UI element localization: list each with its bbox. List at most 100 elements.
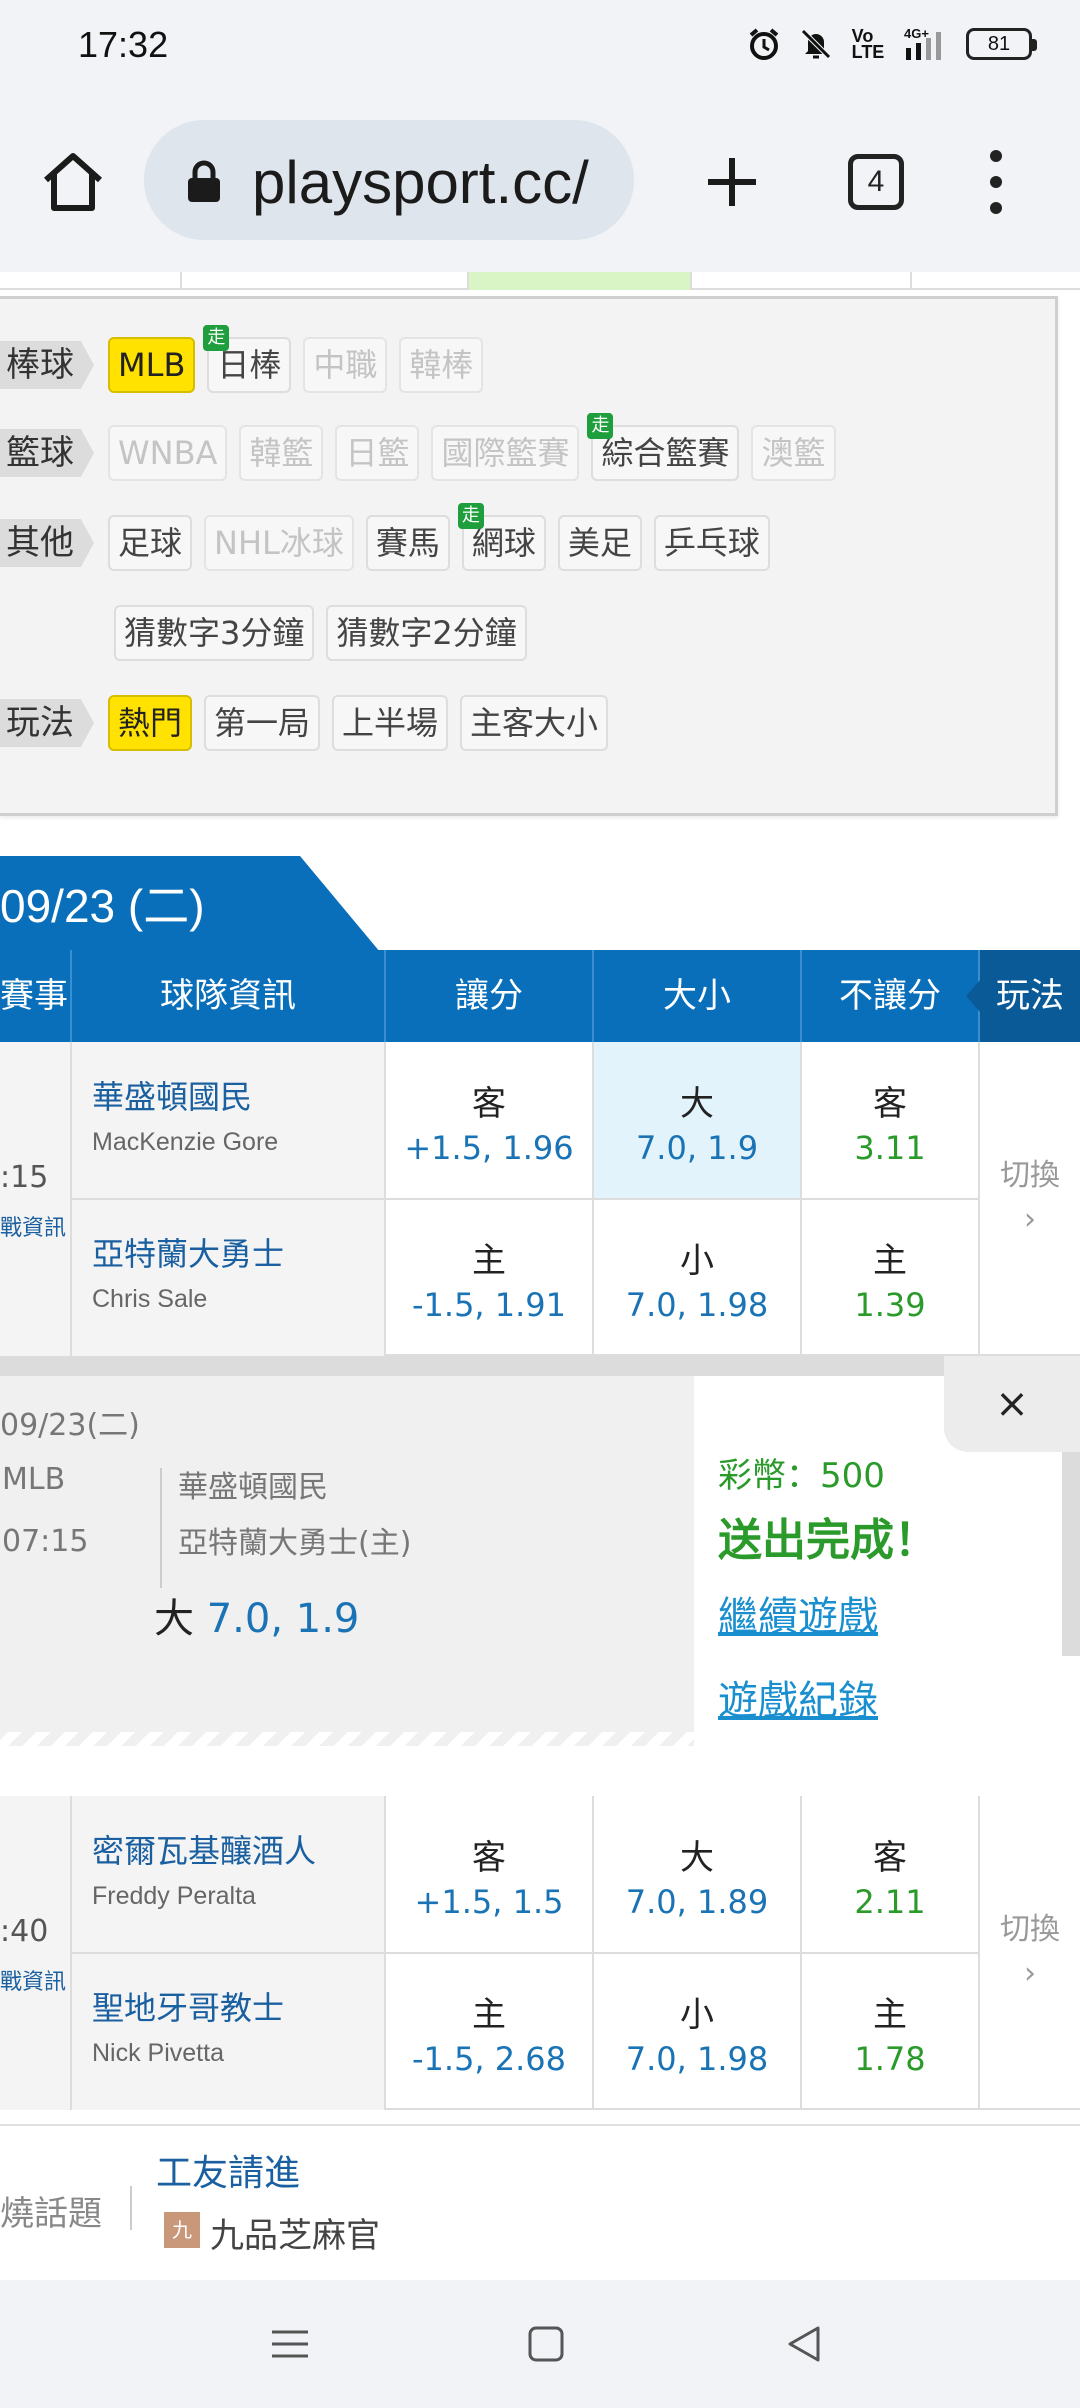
odds-total-under[interactable]: 小 7.0, 1.98 — [594, 1199, 802, 1356]
odds-total-under[interactable]: 小 7.0, 1.98 — [594, 1953, 802, 2110]
forum-title[interactable]: 工友請進 — [156, 2144, 300, 2196]
chip-kbo[interactable]: 韓棒 — [399, 337, 484, 393]
game-info-link[interactable]: 戰資訊 — [0, 1964, 66, 1996]
bet-ticket-popup: 09/23(二) MLB 07:15 華盛頓國民 亞特蘭大勇士(主) 大 7.0… — [0, 1356, 1080, 1766]
game-row: :15 戰資訊 華盛頓國民 MacKenzie Gore 亞特蘭大勇士 Chri… — [0, 1042, 1080, 1356]
team-name[interactable]: 密爾瓦基釀酒人 — [92, 1826, 384, 1872]
chip-mixed-basketball[interactable]: 走綜合籃賽 — [587, 413, 740, 481]
team-name[interactable]: 聖地牙哥教士 — [92, 1983, 384, 2029]
team-away: 密爾瓦基釀酒人 Freddy Peralta — [72, 1796, 386, 1953]
chip-popular[interactable]: 熱門 — [108, 695, 193, 751]
new-tab-icon[interactable] — [700, 150, 764, 214]
ticket-league: MLB — [2, 1462, 66, 1497]
filter-row-baseball: 棒球 MLB 走日棒 中職 韓棒 — [0, 325, 495, 393]
team-home: 亞特蘭大勇士 Chris Sale — [72, 1199, 386, 1356]
tab-switcher-button[interactable]: 4 — [848, 154, 904, 210]
home-icon[interactable] — [38, 148, 108, 218]
address-bar[interactable]: playsport.cc/ — [144, 120, 634, 240]
ticket-date: 09/23(二) — [0, 1408, 140, 1443]
chip-npb[interactable]: 走日棒 — [203, 325, 292, 393]
recents-icon[interactable] — [268, 2322, 312, 2366]
home-nav-icon[interactable] — [524, 2322, 568, 2366]
chip-jbl[interactable]: 日籃 — [335, 425, 420, 481]
ticket-time: 07:15 — [2, 1524, 89, 1559]
network-type-label: 4G+ — [904, 26, 929, 41]
chip-guess-3min[interactable]: 猜數字3分鐘 — [114, 605, 315, 661]
chip-first-inning[interactable]: 第一局 — [204, 695, 321, 751]
web-page: 棒球 MLB 走日棒 中職 韓棒 籃球 WNBA 韓籃 日籃 國際籃賽 走綜合籃… — [0, 272, 1080, 2280]
odds-ml-home[interactable]: 主 1.39 — [802, 1199, 980, 1356]
game-record-link[interactable]: 遊戲紀錄 — [718, 1668, 878, 1726]
chip-home-away-total[interactable]: 主客大小 — [460, 695, 609, 751]
chip-intl-basketball[interactable]: 國際籃賽 — [431, 425, 580, 481]
switch-play-button[interactable]: 切換 › — [980, 1042, 1080, 1356]
hot-topic-label[interactable]: 燒話題 — [0, 2186, 102, 2235]
odds-spread-home[interactable]: 主 -1.5, 2.68 — [386, 1953, 594, 2110]
filter-head-baseball: 棒球 — [0, 341, 94, 389]
coins-label: 彩幣：500 — [718, 1456, 885, 1496]
author-name[interactable]: 九品芝麻官 — [210, 2208, 380, 2257]
game-time: :40 — [0, 1914, 49, 1949]
continue-game-link[interactable]: 繼續遊戲 — [718, 1584, 878, 1642]
game-row: :40 戰資訊 密爾瓦基釀酒人 Freddy Peralta 聖地牙哥教士 Ni… — [0, 1796, 1080, 2110]
chip-first-half[interactable]: 上半場 — [332, 695, 449, 751]
filter-row-other: 其他 足球 NHL冰球 賽馬 走網球 美足 乒乓球 — [0, 503, 782, 571]
col-event: 賽事 — [0, 950, 72, 1042]
live-badge: 走 — [587, 413, 614, 439]
chip-soccer[interactable]: 足球 — [108, 515, 193, 571]
pitcher-name: Nick Pivetta — [92, 2039, 224, 2067]
back-icon[interactable] — [782, 2322, 826, 2366]
pitcher-name: Freddy Peralta — [92, 1882, 256, 1910]
more-menu-icon[interactable] — [984, 150, 1008, 214]
chip-mlb[interactable]: MLB — [108, 337, 196, 393]
odds-spread-home[interactable]: 主 -1.5, 1.91 — [386, 1199, 594, 1356]
filter-head-play: 玩法 — [0, 699, 94, 747]
odds-ml-away[interactable]: 客 2.11 — [802, 1796, 980, 1953]
game-info-link[interactable]: 戰資訊 — [0, 1210, 66, 1242]
team-away: 華盛頓國民 MacKenzie Gore — [72, 1042, 386, 1199]
odds-spread-away[interactable]: 客 +1.5, 1.5 — [386, 1796, 594, 1953]
chip-guess-2min[interactable]: 猜數字2分鐘 — [326, 605, 527, 661]
odds-ml-home[interactable]: 主 1.78 — [802, 1953, 980, 2110]
signal-4g-icon: 4G+ — [902, 26, 950, 62]
odds-ml-away[interactable]: 客 3.11 — [802, 1042, 980, 1199]
live-badge: 走 — [203, 325, 230, 351]
chip-nfl[interactable]: 美足 — [557, 515, 642, 571]
col-moneyline: 不讓分 — [802, 950, 980, 1042]
chip-table-tennis[interactable]: 乒乓球 — [653, 515, 770, 571]
mute-icon — [798, 26, 834, 62]
url-text: playsport.cc/ — [252, 149, 589, 216]
odds-total-over[interactable]: 大 7.0, 1.9 — [594, 1042, 802, 1199]
volte-icon: Vo LTE — [851, 26, 885, 62]
chip-horse-racing[interactable]: 賽馬 — [365, 515, 450, 571]
status-bar: 17:32 Vo LTE 4G+ 81 — [0, 0, 1080, 100]
chip-nhl[interactable]: NHL冰球 — [204, 515, 354, 571]
team-name[interactable]: 亞特蘭大勇士 — [92, 1229, 384, 1275]
odds-spread-away[interactable]: 客 +1.5, 1.96 — [386, 1042, 594, 1199]
chip-wnba[interactable]: WNBA — [108, 425, 228, 481]
col-spread: 讓分 — [386, 950, 594, 1042]
col-team-info: 球隊資訊 — [72, 950, 386, 1042]
chevron-right-icon: › — [1024, 1202, 1036, 1237]
chip-nbl[interactable]: 澳籃 — [751, 425, 836, 481]
chip-kbl[interactable]: 韓籃 — [239, 425, 324, 481]
odds-total-over[interactable]: 大 7.0, 1.89 — [594, 1796, 802, 1953]
league-filter-panel: 棒球 MLB 走日棒 中職 韓棒 籃球 WNBA 韓籃 日籃 國際籃賽 走綜合籃… — [0, 296, 1058, 816]
close-icon[interactable]: × — [944, 1356, 1080, 1452]
chip-tennis[interactable]: 走網球 — [457, 503, 546, 571]
ticket-pick: 大 7.0, 1.9 — [154, 1596, 360, 1642]
ticket-away-team: 華盛頓國民 — [178, 1470, 328, 1505]
alarm-icon — [746, 26, 782, 62]
chip-cpbl[interactable]: 中職 — [303, 337, 388, 393]
switch-play-button[interactable]: 切換 › — [980, 1796, 1080, 2110]
team-home: 聖地牙哥教士 Nick Pivetta — [72, 1953, 386, 2110]
team-name[interactable]: 華盛頓國民 — [92, 1072, 384, 1118]
game-meta: :40 戰資訊 — [0, 1796, 72, 2110]
odds-table-header: 賽事 球隊資訊 讓分 大小 不讓分 玩法 — [0, 950, 1080, 1042]
system-nav-bar — [0, 2280, 1080, 2408]
ticket-card: 09/23(二) MLB 07:15 華盛頓國民 亞特蘭大勇士(主) 大 7.0… — [0, 1376, 694, 1746]
ticket-home-team: 亞特蘭大勇士(主) — [178, 1526, 412, 1561]
game-meta: :15 戰資訊 — [0, 1042, 72, 1356]
pitcher-name: MacKenzie Gore — [92, 1128, 279, 1156]
filter-head-other: 其他 — [0, 519, 94, 567]
